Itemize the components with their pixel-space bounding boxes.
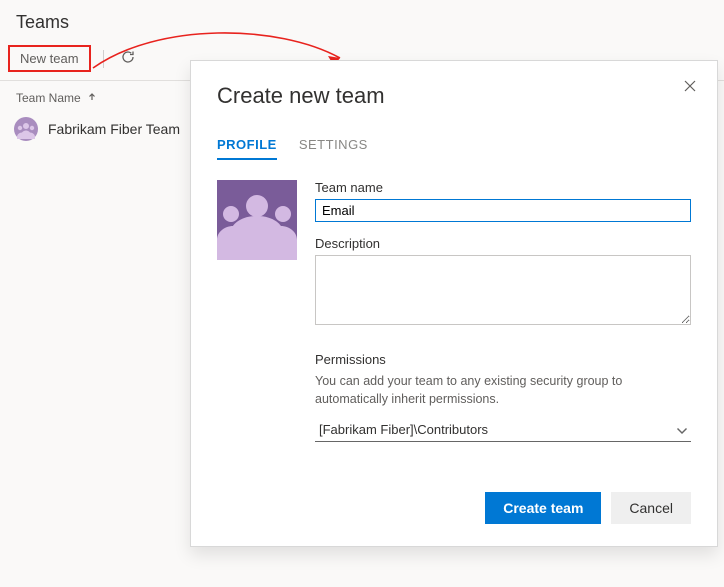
chevron-down-icon	[677, 424, 687, 439]
refresh-button[interactable]	[116, 45, 140, 72]
description-input[interactable]	[315, 255, 691, 325]
team-avatar-preview[interactable]	[217, 180, 297, 260]
permissions-label: Permissions	[315, 352, 691, 367]
refresh-icon	[120, 49, 136, 68]
create-team-dialog: Create new team PROFILE SETTINGS Team na…	[190, 60, 718, 547]
toolbar-divider	[103, 50, 104, 68]
description-label: Description	[315, 236, 691, 251]
permissions-selected-value: [Fabrikam Fiber]\Contributors	[319, 422, 488, 437]
tab-settings[interactable]: SETTINGS	[299, 137, 368, 160]
permissions-select[interactable]: [Fabrikam Fiber]\Contributors	[315, 418, 691, 442]
cancel-button[interactable]: Cancel	[611, 492, 691, 524]
close-icon	[683, 81, 697, 96]
create-team-button[interactable]: Create team	[485, 492, 601, 524]
page-title: Teams	[0, 0, 724, 39]
sort-ascending-icon	[87, 91, 97, 105]
team-name-input[interactable]	[315, 199, 691, 222]
team-name-label: Team name	[315, 180, 691, 195]
dialog-title: Create new team	[217, 83, 691, 109]
dialog-actions: Create team Cancel	[217, 492, 691, 524]
column-header-label: Team Name	[16, 91, 81, 105]
permissions-help-text: You can add your team to any existing se…	[315, 373, 691, 408]
dialog-tabs: PROFILE SETTINGS	[217, 137, 691, 160]
team-name-label: Fabrikam Fiber Team	[48, 121, 180, 137]
tab-profile[interactable]: PROFILE	[217, 137, 277, 160]
close-button[interactable]	[679, 75, 701, 100]
new-team-button[interactable]: New team	[8, 45, 91, 72]
team-avatar-icon	[14, 117, 38, 141]
